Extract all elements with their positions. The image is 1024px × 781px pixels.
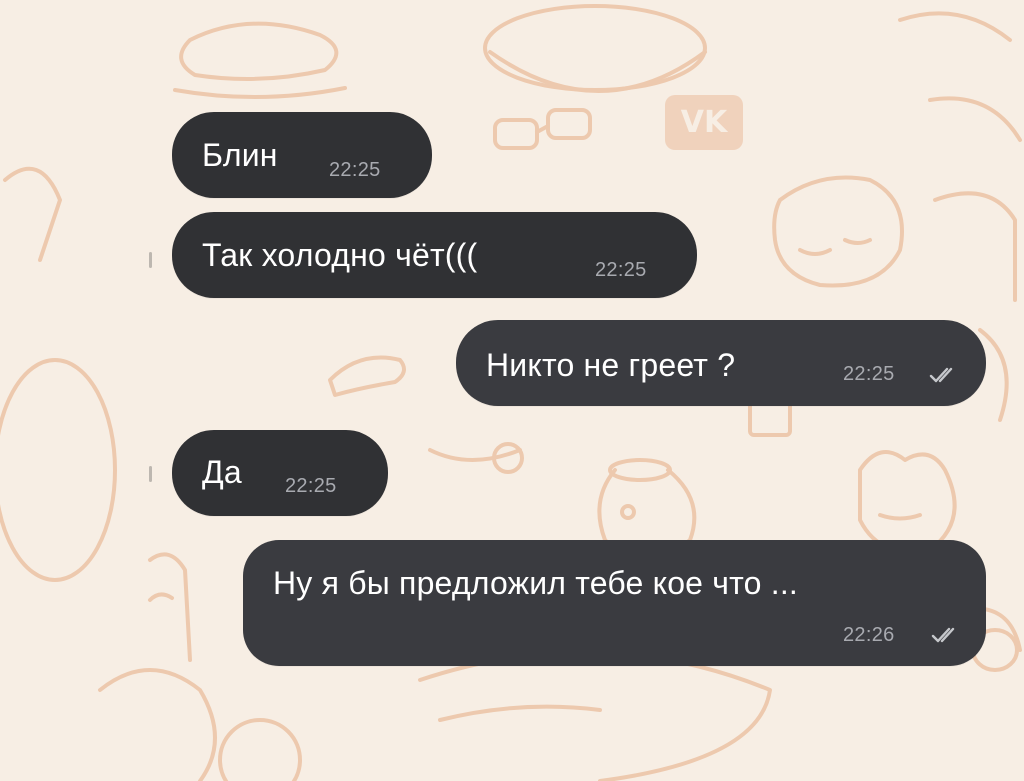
- double-check-icon: [929, 366, 959, 384]
- message-time: 22:25: [843, 363, 895, 385]
- message-bubble-incoming[interactable]: Блин 22:25: [172, 112, 432, 198]
- message-text: Ну я бы предложил тебе кое что ...: [273, 565, 799, 601]
- message-text: Блин: [202, 137, 278, 173]
- svg-text:VK: VK: [681, 105, 729, 140]
- message-select-mark: [149, 466, 152, 482]
- message-bubble-incoming[interactable]: Так холодно чёт((( 22:25: [172, 212, 697, 298]
- message-bubble-incoming[interactable]: Да 22:25: [172, 430, 388, 516]
- double-check-icon: [931, 626, 961, 644]
- message-time: 22:25: [595, 259, 647, 281]
- message-bubble-outgoing[interactable]: Никто не греет ? 22:25: [456, 320, 986, 406]
- message-select-mark: [149, 252, 152, 268]
- message-time: 22:25: [285, 475, 337, 497]
- message-time: 22:25: [329, 159, 381, 181]
- message-time: 22:26: [843, 624, 895, 646]
- message-text: Никто не греет ?: [486, 347, 736, 383]
- message-bubble-outgoing[interactable]: Ну я бы предложил тебе кое что ... 22:26: [243, 540, 986, 666]
- message-text: Да: [202, 454, 242, 490]
- message-text: Так холодно чёт(((: [202, 237, 478, 273]
